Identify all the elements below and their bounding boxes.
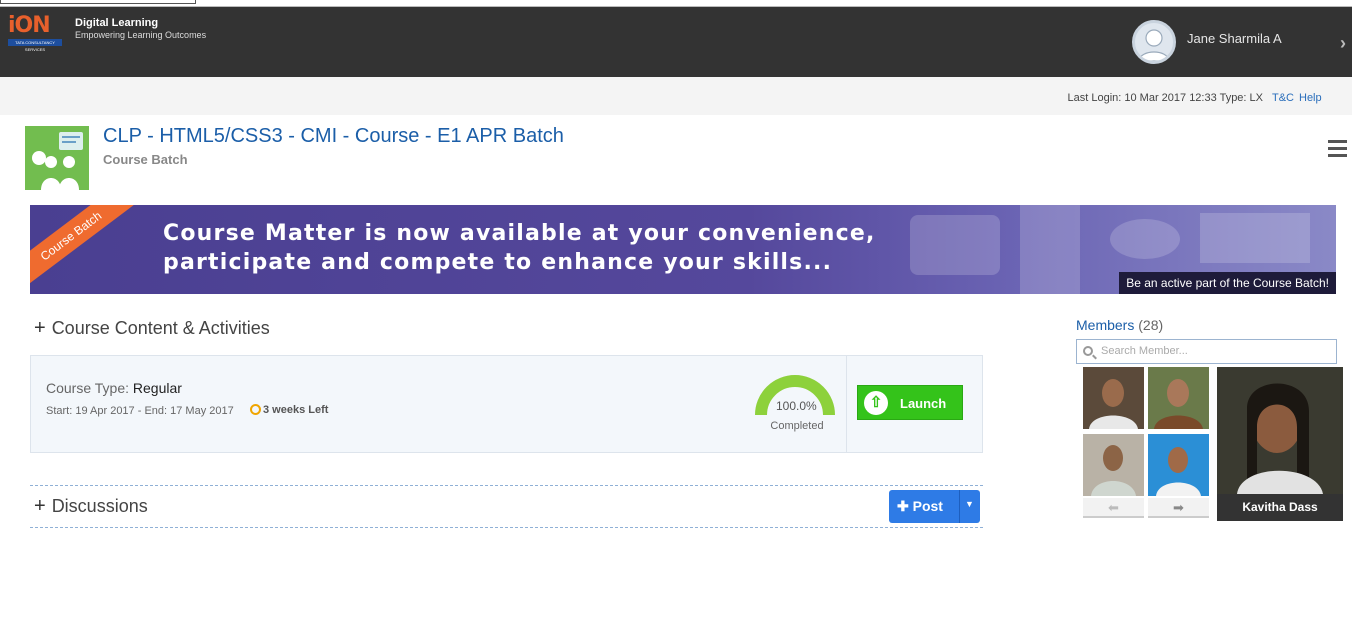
discussions-toggle[interactable]: + Discussions — [34, 495, 148, 518]
launch-button[interactable]: ⇧ Launch — [857, 385, 963, 420]
time-left-text: 3 weeks Left — [263, 404, 329, 416]
search-icon — [1083, 346, 1093, 356]
user-avatar[interactable] — [1132, 20, 1176, 64]
member-photo — [1083, 434, 1144, 496]
member-photo — [1148, 434, 1209, 496]
chevron-down-icon[interactable]: ▼ — [965, 499, 974, 509]
ion-logo[interactable]: iON TATA CONSULTANCY SERVICES — [8, 15, 64, 55]
course-type-label: Course Type: — [46, 380, 130, 396]
brand-tagline: Empowering Learning Outcomes — [75, 30, 207, 40]
course-content-toggle[interactable]: + Course Content & Activities — [34, 317, 270, 340]
launch-rocket-icon: ⇧ — [864, 391, 888, 415]
banner-decoration — [910, 215, 1000, 275]
hamburger-menu-icon[interactable] — [1328, 140, 1347, 158]
logo-text: iON — [8, 13, 51, 38]
members-label: Members — [1076, 317, 1135, 333]
user-silhouette-icon — [1138, 29, 1170, 61]
plus-icon: ✚ — [897, 498, 913, 514]
time-left: 3 weeks Left — [250, 404, 328, 416]
brand-block: Digital Learning Empowering Learning Out… — [75, 17, 206, 41]
banner-decoration — [1020, 205, 1080, 294]
info-bar: Last Login: 10 Mar 2017 12:33 Type: LX T… — [0, 77, 1352, 115]
post-button-divider — [959, 490, 960, 523]
member-avatar[interactable] — [1148, 367, 1209, 429]
featured-member-card[interactable]: Kavitha Dass — [1217, 367, 1343, 521]
member-photo — [1148, 367, 1209, 429]
banner-ribbon: Course Batch — [30, 205, 139, 292]
help-link[interactable]: Help — [1299, 92, 1322, 104]
member-avatar[interactable] — [1083, 434, 1144, 496]
arrow-right-icon: ➡ — [1173, 500, 1184, 515]
last-login-info: Last Login: 10 Mar 2017 12:33 Type: LX — [1067, 92, 1264, 104]
member-search-input[interactable]: Search Member... — [1076, 339, 1337, 364]
members-prev-button[interactable]: ⬅ — [1083, 498, 1144, 518]
clock-icon — [250, 404, 261, 415]
browser-tab-outline — [0, 0, 196, 4]
member-search-placeholder: Search Member... — [1101, 345, 1188, 357]
section-heading: Discussions — [51, 496, 148, 516]
course-thumbnail — [25, 126, 89, 190]
featured-member-photo — [1217, 367, 1343, 494]
progress-label: Completed — [770, 420, 824, 432]
section-heading: Course Content & Activities — [51, 318, 270, 338]
course-activity-card: Course Type: Regular Start: 19 Apr 2017 … — [30, 355, 983, 453]
expand-plus-icon: + — [34, 317, 46, 339]
collapse-arrow-icon[interactable]: › — [1340, 33, 1346, 54]
logo-subtext: TATA CONSULTANCY SERVICES — [8, 39, 62, 52]
arrow-left-icon: ⬅ — [1108, 500, 1119, 515]
featured-member-name: Kavitha Dass — [1217, 494, 1343, 521]
course-dates: Start: 19 Apr 2017 - End: 17 May 2017 — [46, 405, 234, 417]
expand-plus-icon: + — [34, 495, 46, 517]
course-batch-illustration — [25, 126, 89, 190]
post-label: Post — [912, 498, 943, 514]
terms-link[interactable]: T&C — [1272, 92, 1294, 104]
course-type-value: Regular — [132, 380, 182, 396]
course-type: Course Type: Regular — [46, 380, 182, 396]
page-subtitle: Course Batch — [103, 152, 188, 167]
progress-percent: 100.0% — [776, 399, 817, 413]
banner-headline-1: Course Matter is now available at your c… — [163, 221, 876, 246]
app-header: iON TATA CONSULTANCY SERVICES Digital Le… — [0, 7, 1352, 77]
banner-decoration — [1110, 219, 1180, 259]
member-avatar[interactable] — [1148, 434, 1209, 496]
browser-top-strip — [0, 0, 1352, 7]
banner-tagline: Be an active part of the Course Batch! — [1119, 272, 1336, 294]
members-heading[interactable]: Members (28) — [1076, 317, 1163, 333]
user-name[interactable]: Jane Sharmila A — [1187, 31, 1282, 46]
members-next-button[interactable]: ➡ — [1148, 498, 1209, 518]
promo-banner: Course Batch Course Matter is now availa… — [30, 205, 1336, 294]
card-divider — [846, 356, 847, 452]
page-title: CLP - HTML5/CSS3 - CMI - Course - E1 APR… — [103, 125, 564, 147]
member-avatar[interactable] — [1083, 367, 1144, 429]
members-count: (28) — [1138, 317, 1164, 333]
banner-decoration — [1200, 213, 1310, 263]
banner-headline-2: participate and compete to enhance your … — [163, 250, 833, 275]
launch-label: Launch — [900, 396, 947, 411]
discussions-section — [30, 485, 983, 528]
post-label-group: ✚ Post — [897, 498, 943, 515]
post-button[interactable]: ✚ Post ▼ — [889, 490, 980, 523]
member-photo — [1083, 367, 1144, 429]
brand-title: Digital Learning — [75, 17, 159, 29]
